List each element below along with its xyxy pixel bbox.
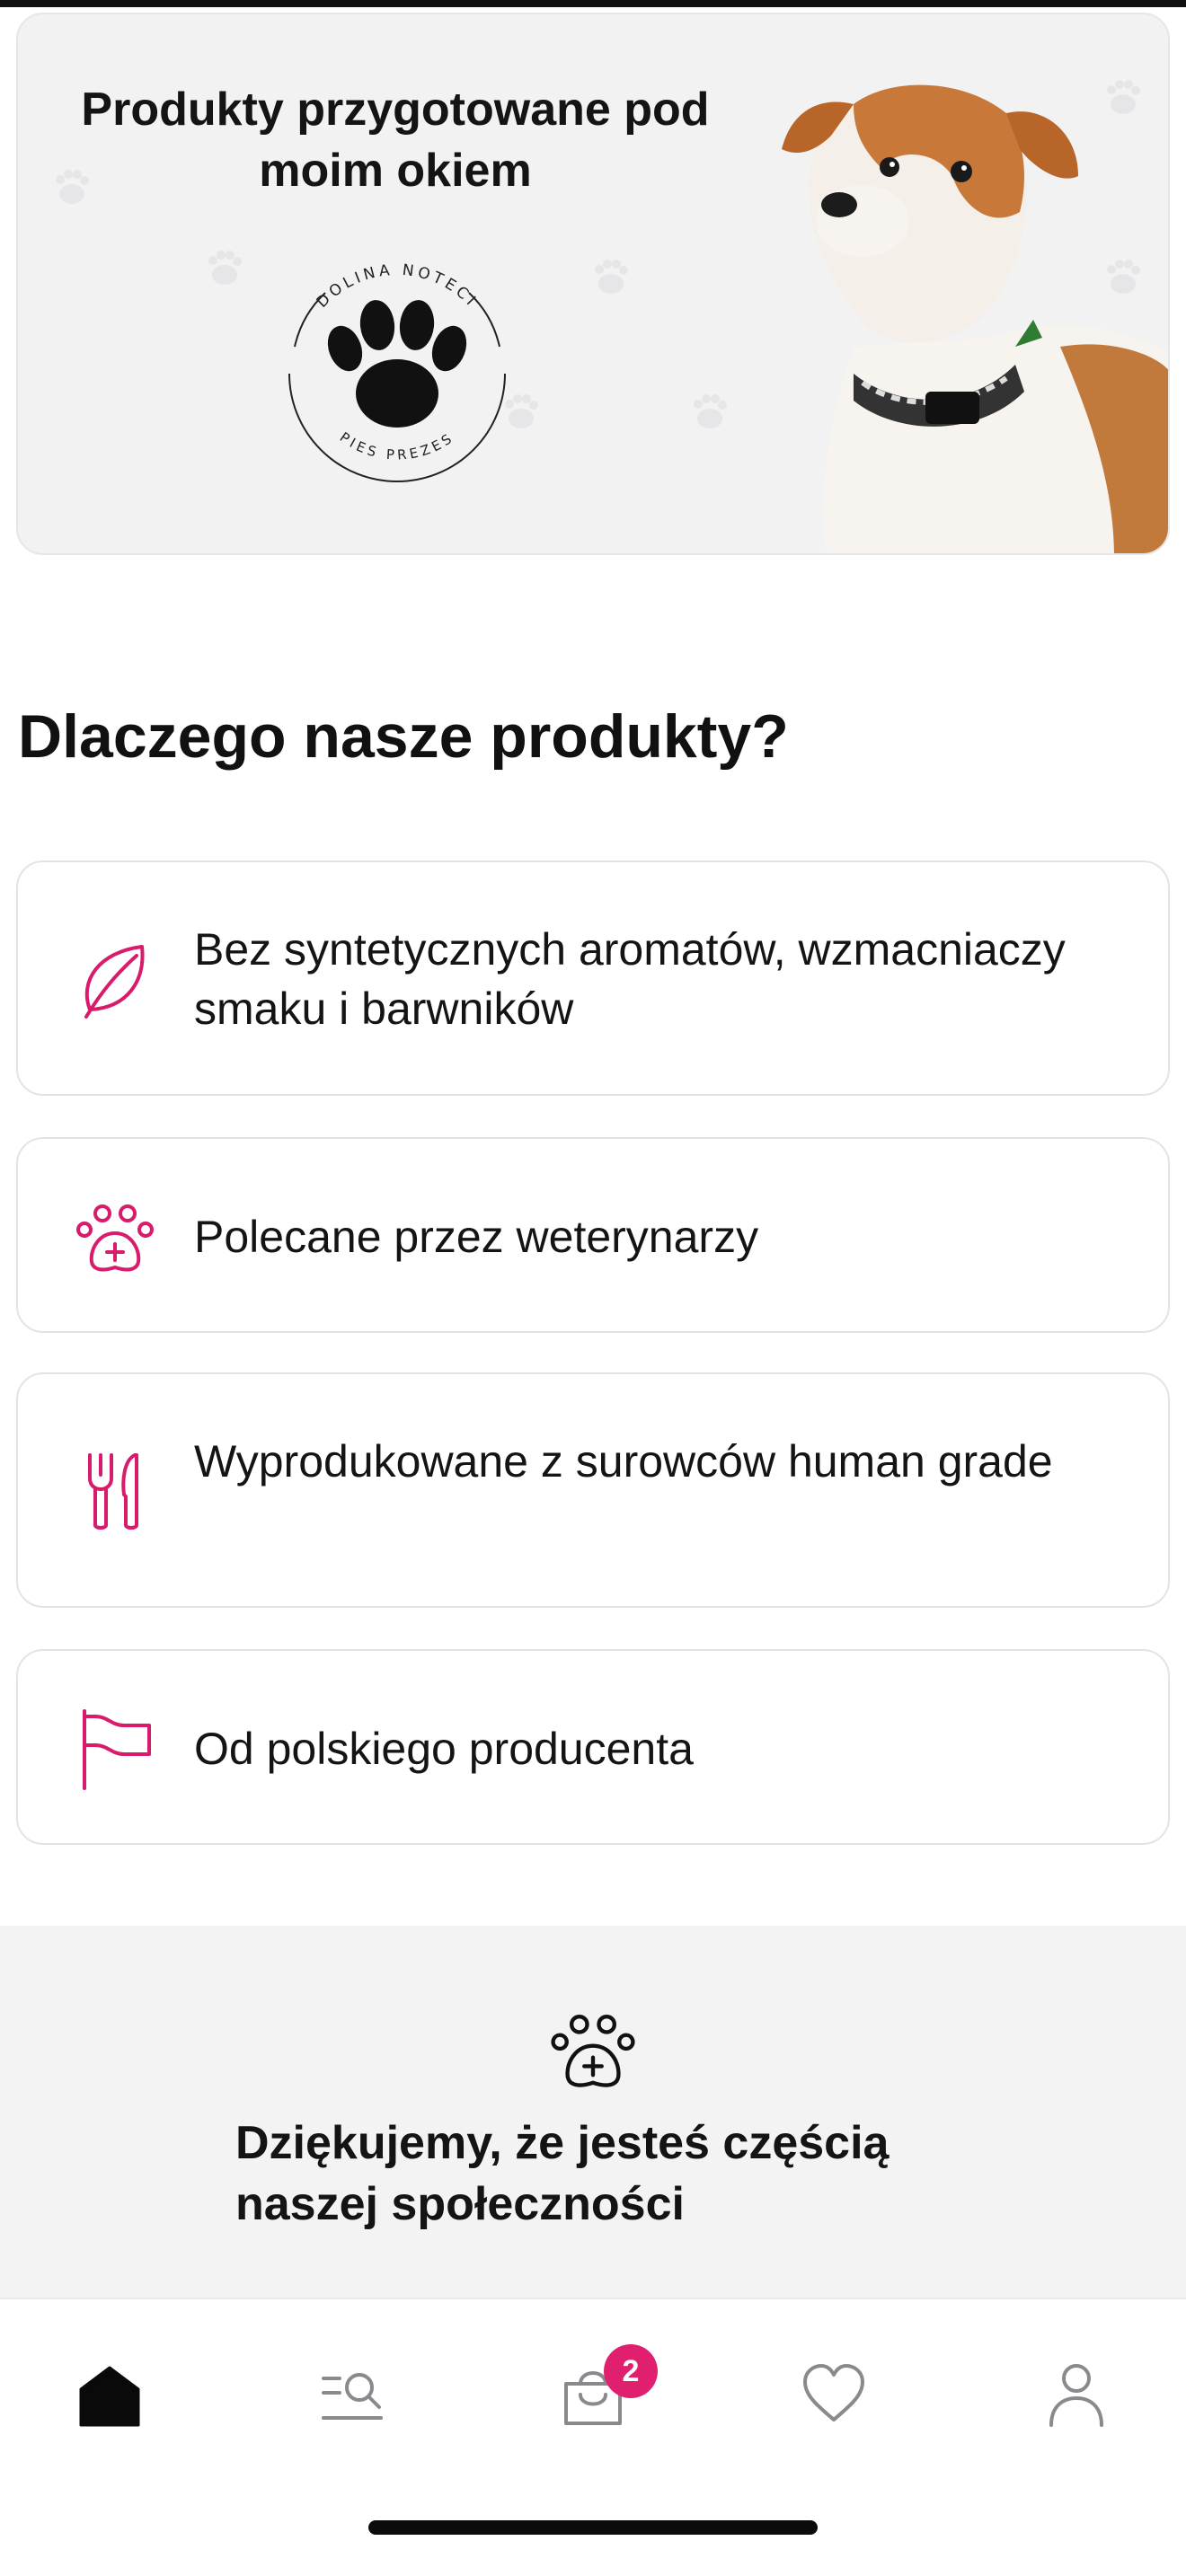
svg-text:DOLINA NOTECI: DOLINA NOTECI: [314, 261, 482, 312]
flag-icon: [83, 1709, 151, 1790]
feature-card-human-grade: Wyprodukowane z surowców human grade: [16, 1372, 1170, 1608]
feature-card-polish-producer: Od polskiego producenta: [16, 1649, 1170, 1845]
app-screen: Produkty przygotowane pod moim okiem DOL…: [0, 0, 1186, 2576]
feature-text: Polecane przez weterynarzy: [194, 1212, 759, 1262]
community-section: Dziękujemy, że jesteś częścią naszej spo…: [0, 1926, 1186, 2298]
community-message: Dziękujemy, że jesteś częścią naszej spo…: [235, 2117, 890, 2230]
nav-home[interactable]: [56, 2341, 164, 2448]
feature-text: Bez syntetycznych aromatów, wzmacniaczy …: [194, 924, 1066, 1034]
feature-card-vet-recommended: Polecane przez weterynarzy: [16, 1137, 1170, 1333]
svg-text:PIES PREZES: PIES PREZES: [337, 429, 457, 463]
promo-banner[interactable]: Produkty przygotowane pod moim okiem DOL…: [16, 13, 1170, 555]
dolina-noteci-logo: DOLINA NOTECI PIES PREZES: [288, 261, 506, 482]
paw-icon: [327, 300, 467, 428]
nav-profile[interactable]: [1022, 2341, 1130, 2448]
heart-icon: [803, 2364, 864, 2422]
dog-photo: [782, 84, 1168, 553]
feature-card-no-synthetic: Bez syntetycznych aromatów, wzmacniaczy …: [16, 860, 1170, 1096]
cart-badge: 2: [604, 2344, 658, 2398]
nav-cart[interactable]: 2: [539, 2341, 658, 2448]
search-list-icon: [322, 2373, 383, 2420]
logo-top-text: DOLINA NOTECI: [314, 261, 478, 312]
feature-text: Od polskiego producenta: [194, 1724, 694, 1774]
banner-title: Produkty przygotowane pod moim okiem: [81, 84, 710, 197]
nav-favorites[interactable]: [780, 2341, 888, 2448]
leaf-icon: [84, 945, 145, 1019]
user-icon: [1049, 2364, 1103, 2427]
section-heading: Dlaczego nasze produkty?: [18, 702, 789, 771]
status-bar-edge: [0, 0, 1186, 7]
logo-bottom-text: PIES PREZES: [337, 429, 454, 463]
fork-knife-icon: [88, 1453, 138, 1530]
home-icon: [79, 2366, 140, 2427]
paw-plus-icon: [76, 1204, 154, 1272]
feature-text: Wyprodukowane z surowców human grade: [194, 1436, 1053, 1486]
home-indicator[interactable]: [368, 2520, 818, 2535]
nav-search[interactable]: [298, 2341, 406, 2448]
paw-plus-icon: [551, 2015, 635, 2087]
